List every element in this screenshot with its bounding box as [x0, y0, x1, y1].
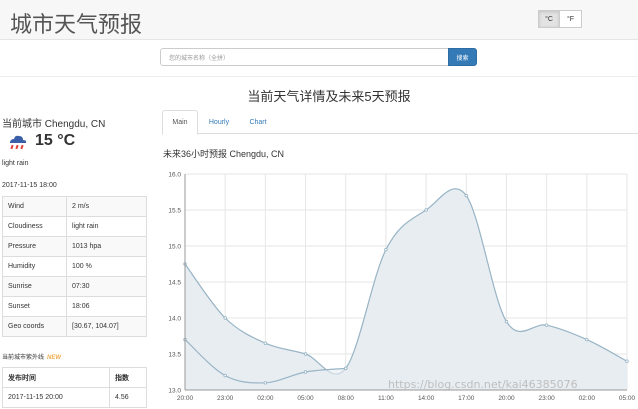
x-tick-label: 05:00 — [297, 395, 314, 402]
detail-label: Sunrise — [2, 276, 67, 297]
top-navbar: 城市天气预报 °C °F — [0, 0, 638, 40]
data-point — [384, 247, 388, 252]
detail-value: 07:30 — [66, 276, 147, 297]
app-title: 城市天气预报 — [10, 12, 143, 37]
data-point — [625, 359, 629, 363]
y-tick-label: 13.5 — [168, 352, 181, 359]
data-point — [504, 319, 509, 324]
detail-value: 18:06 — [66, 296, 147, 317]
watermark: https://blog.csdn.net/kai46385076 — [388, 378, 578, 391]
series-area — [185, 188, 627, 390]
new-badge: NEW — [47, 355, 62, 361]
search-button[interactable]: 搜索 — [448, 48, 477, 66]
data-point — [303, 352, 308, 356]
observation-time: 2017-11-15 18:00 — [2, 182, 57, 189]
data-point — [464, 193, 468, 198]
uv-title-text: 当前城市紫外线 — [2, 355, 45, 361]
detail-label: Pressure — [2, 236, 67, 257]
table-row: Sunrise 07:30 — [2, 276, 147, 297]
x-tick-label: 20:00 — [177, 395, 194, 402]
x-tick-label: 02:00 — [257, 395, 274, 402]
uv-section-title: 当前城市紫外线 NEW — [2, 352, 61, 361]
forecast-tabs: Main Hourly Chart — [162, 110, 638, 135]
tab-main[interactable]: Main — [162, 110, 198, 135]
data-point — [223, 316, 227, 320]
x-tick-label: 02:00 — [579, 395, 596, 402]
x-tick-label: 05:00 — [619, 395, 636, 402]
data-point — [544, 323, 549, 327]
unit-toggle-group: °C °F — [538, 10, 582, 28]
x-tick-label: 11:00 — [378, 395, 394, 402]
detail-value: 2 m/s — [66, 196, 147, 217]
data-point — [424, 208, 428, 212]
x-tick-label: 14:00 — [418, 395, 435, 402]
detail-label: Sunset — [2, 296, 67, 317]
detail-value: [30.67, 104.07] — [66, 316, 147, 337]
table-row: Geo coords [30.67, 104.07] — [2, 316, 147, 337]
uv-time: 2017-11-15 20:00 — [2, 387, 110, 408]
table-row: Humidity 100 % — [2, 256, 147, 277]
tab-hourly[interactable]: Hourly — [200, 110, 238, 134]
y-tick-label: 13.0 — [168, 388, 181, 395]
data-point — [344, 366, 348, 371]
uv-header-index: 指数 — [109, 367, 147, 388]
y-tick-label: 15.5 — [168, 208, 181, 215]
current-temperature: 15 °C — [35, 132, 76, 149]
table-header-row: 发布时间 指数 — [2, 367, 147, 388]
weather-description: light rain — [2, 160, 29, 167]
detail-label: Cloudiness — [2, 216, 67, 237]
uv-header-time: 发布时间 — [2, 367, 110, 388]
city-search-input[interactable]: 您的城市名称（全拼） — [160, 48, 449, 66]
table-row: Cloudiness light rain — [2, 216, 147, 237]
table-row: Sunset 18:06 — [2, 296, 147, 317]
uv-index: 4.56 — [109, 387, 147, 408]
chart-title: 未来36小时预报 Chengdu, CN — [163, 149, 285, 159]
detail-label: Geo coords — [2, 316, 67, 337]
fahrenheit-button[interactable]: °F — [560, 10, 582, 28]
x-tick-label: 17:00 — [458, 395, 475, 402]
data-point — [263, 341, 268, 345]
rain-cloud-icon — [10, 135, 27, 150]
celsius-button[interactable]: °C — [538, 10, 560, 28]
detail-value: 1013 hpa — [66, 236, 147, 257]
x-tick-label: 23:00 — [538, 395, 555, 402]
y-tick-label: 14.5 — [168, 280, 181, 287]
current-city-label: 当前城市 Chengdu, CN — [2, 119, 106, 130]
forecast-area-chart: 13.0 13.5 14.0 14.5 15.0 15.5 16.0 20:00 23:00 02… — [168, 172, 636, 403]
detail-value: light rain — [66, 216, 147, 237]
section-heading: 当前天气详情及未来5天预报 — [247, 89, 411, 104]
divider — [0, 76, 638, 77]
x-tick-label: 23:00 — [217, 395, 234, 402]
detail-label: Wind — [2, 196, 67, 217]
table-row: Wind 2 m/s — [2, 196, 147, 217]
data-point — [263, 381, 268, 385]
weather-details-table: Wind 2 m/s Cloudiness light rain Pressur… — [2, 196, 147, 337]
uv-table: 发布时间 指数 2017-11-15 20:00 4.56 — [2, 367, 147, 408]
data-point — [585, 337, 589, 342]
table-row: Pressure 1013 hpa — [2, 236, 147, 257]
x-tick-label: 08:00 — [338, 395, 355, 402]
y-tick-label: 15.0 — [168, 244, 181, 251]
detail-label: Humidity — [2, 256, 67, 277]
y-tick-label: 16.0 — [168, 172, 181, 179]
data-point — [303, 370, 308, 374]
table-row: 2017-11-15 20:00 4.56 — [2, 387, 147, 408]
y-tick-label: 14.0 — [168, 316, 181, 323]
x-tick-label: 20:00 — [498, 395, 515, 402]
detail-value: 100 % — [66, 256, 147, 277]
data-point — [223, 373, 227, 378]
tab-chart[interactable]: Chart — [240, 110, 276, 134]
